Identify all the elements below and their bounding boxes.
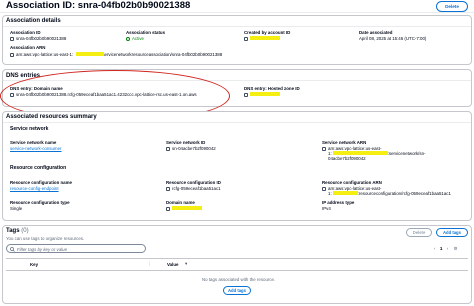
date-associated-label: Date associated: [359, 30, 393, 35]
sort-icon[interactable]: ▾: [185, 261, 187, 267]
next-page-icon[interactable]: ›: [447, 246, 449, 251]
redaction-highlight: [250, 36, 280, 40]
rc-type-label: Resource configuration type: [10, 200, 70, 205]
table-top-divider: [6, 258, 468, 259]
rc-id-value: rcfg-059eceaf1baa51ac1: [166, 186, 221, 191]
copy-icon[interactable]: [244, 36, 248, 41]
resource-configuration-subheader: Resource configuration: [10, 165, 67, 171]
rc-name-label: Resource configuration name: [10, 180, 72, 185]
association-details-header: Association details: [6, 18, 61, 24]
prev-page-icon[interactable]: ‹: [434, 246, 436, 251]
ip-type-value: IPv4: [322, 206, 331, 211]
sn-name-label: Service network name: [10, 140, 57, 145]
details-divider: [3, 26, 471, 27]
tags-description: You can use tags to organize resources.: [6, 236, 85, 241]
copy-icon[interactable]: [166, 186, 170, 191]
association-arn-label: Association ARN: [10, 45, 46, 50]
copy-icon[interactable]: [244, 92, 248, 97]
column-separator: |: [149, 261, 151, 266]
association-id-value: snra-04fb02b0b90021388: [10, 36, 66, 41]
redaction-highlight: [333, 191, 358, 195]
copy-icon[interactable]: [10, 52, 14, 57]
created-by-label: Created by account ID: [244, 30, 291, 35]
resources-divider: [3, 122, 471, 123]
service-network-subheader: Service network: [10, 126, 49, 132]
page-title: Association ID: snra-04fb02b0b90021388: [6, 0, 191, 11]
header-divider: [0, 12, 474, 13]
sn-arn-label: Service network ARN: [322, 140, 367, 145]
column-value-header[interactable]: Value: [167, 262, 178, 267]
column-key-header[interactable]: Key: [30, 262, 38, 267]
hosted-zone-label: DNS entry: Hosted zone ID: [244, 86, 300, 91]
date-associated-value: April 08, 2025 at 15:46 (UTC-7:00): [359, 36, 427, 41]
association-arn-value: arn:aws:vpc-lattice:us-east-1::servicene…: [10, 52, 222, 57]
tags-delete-button[interactable]: Delete: [406, 228, 432, 237]
delete-button[interactable]: Delete: [436, 1, 468, 12]
redaction-highlight: [172, 206, 202, 210]
redaction-highlight: [250, 92, 280, 96]
association-status-label: Association status: [126, 30, 166, 35]
rc-type-value: Single: [10, 206, 23, 211]
rc-id-label: Resource configuration ID: [166, 180, 221, 185]
ip-type-label: IP address type: [322, 200, 355, 205]
page-number[interactable]: 1: [440, 246, 443, 251]
tags-empty-text: No tags associated with the resource.: [202, 277, 276, 282]
sn-id-label: Service network ID: [166, 140, 206, 145]
settings-gear-icon[interactable]: ⚙: [453, 246, 457, 251]
check-circle-icon: [126, 36, 130, 41]
domain-name-label: Domain name: [166, 200, 195, 205]
associated-resources-panel: [2, 111, 472, 221]
pagination: ‹ 1 › ⚙: [434, 246, 458, 252]
redaction-highlight: [76, 52, 104, 56]
tags-header: Tags (0): [6, 228, 29, 234]
copy-icon[interactable]: [166, 206, 170, 211]
table-head-divider: [6, 270, 468, 271]
sn-arn-line3: 04acbe7b2f090042: [328, 156, 366, 161]
search-icon: [10, 247, 15, 252]
tags-add-button[interactable]: Add tags: [436, 228, 468, 237]
redaction-highlight: [333, 151, 388, 155]
association-id-label: Association ID: [10, 30, 41, 35]
tags-filter-input[interactable]: Filter tags by key or value: [6, 244, 146, 253]
tags-filter-placeholder: Filter tags by key or value: [17, 246, 68, 252]
associated-resources-header: Associated resources summary: [6, 114, 97, 120]
sn-id-value: sn-04acbe7b2f090042: [166, 146, 216, 151]
tags-add-bottom-button[interactable]: Add tags: [223, 286, 251, 295]
association-status-value: Active: [126, 36, 144, 41]
copy-icon[interactable]: [322, 186, 326, 191]
sn-name-link[interactable]: service-network-consumer: [10, 146, 61, 151]
rc-name-link[interactable]: resource-config-endpoint: [10, 186, 59, 191]
copy-icon[interactable]: [10, 36, 14, 41]
copy-icon[interactable]: [166, 146, 170, 151]
copy-icon[interactable]: [322, 146, 326, 151]
rc-arn-label: Resource configuration ARN: [322, 180, 382, 185]
